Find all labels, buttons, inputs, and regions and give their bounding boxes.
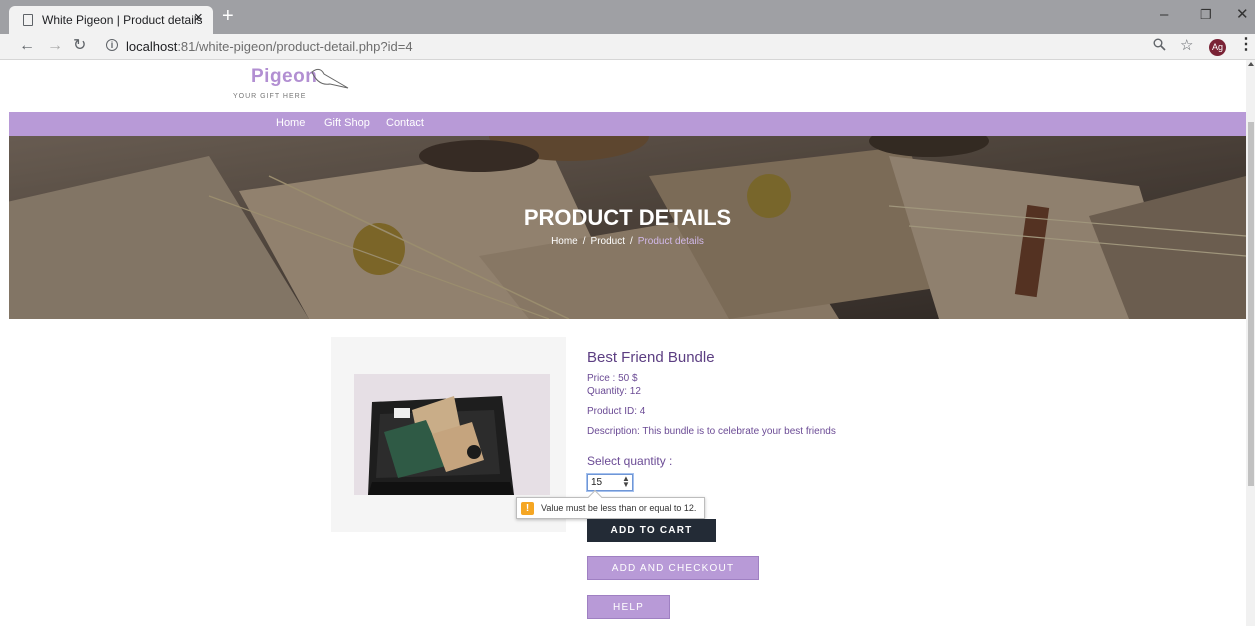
tooltip-arrow xyxy=(587,489,603,505)
warning-icon: ! xyxy=(521,502,534,515)
minimize-icon[interactable]: – xyxy=(1160,7,1168,23)
logo-tagline: YOUR GIFT HERE xyxy=(233,93,307,100)
page-viewport: Pigeon YOUR GIFT HERE Home Gift Shop Con… xyxy=(0,60,1255,626)
browser-tab-bar: White Pigeon | Product details × + – ❐ ✕ xyxy=(0,0,1255,34)
scroll-up-arrow-icon[interactable] xyxy=(1248,62,1254,66)
product-id: Product ID: 4 xyxy=(587,406,646,417)
breadcrumb: Home / Product / Product details xyxy=(9,236,1246,247)
nav-contact[interactable]: Contact xyxy=(386,117,424,129)
breadcrumb-separator: / xyxy=(582,236,586,247)
tab-title: White Pigeon | Product details xyxy=(42,13,203,27)
quantity-spinner-icon[interactable]: ▲ ▼ xyxy=(622,475,630,489)
url-path: :81/white-pigeon/product-detail.php?id=4 xyxy=(177,39,413,54)
scrollbar-thumb[interactable] xyxy=(1248,122,1254,486)
product-image xyxy=(354,374,550,495)
product-quantity: Quantity: 12 xyxy=(587,386,641,397)
forward-icon[interactable]: → xyxy=(47,38,63,54)
logo-text: Pigeon xyxy=(251,66,318,87)
validation-message: Value must be less than or equal to 12. xyxy=(541,503,697,513)
product-description: Description: This bundle is to celebrate… xyxy=(587,426,836,437)
breadcrumb-product[interactable]: Product xyxy=(591,236,625,247)
select-quantity-label: Select quantity : xyxy=(587,454,673,468)
main-navbar: Home Gift Shop Contact xyxy=(9,112,1246,136)
page-title: PRODUCT DETAILS xyxy=(523,205,732,230)
bookmark-star-icon[interactable]: ☆ xyxy=(1180,38,1193,54)
add-and-checkout-button[interactable]: ADD AND CHECKOUT xyxy=(587,556,759,580)
page-icon xyxy=(23,14,33,26)
close-window-icon[interactable]: ✕ xyxy=(1236,7,1249,23)
help-button[interactable]: HELP xyxy=(587,595,670,619)
address-bar[interactable]: localhost:81/white-pigeon/product-detail… xyxy=(126,39,413,54)
pigeon-logo-icon xyxy=(311,68,349,89)
breadcrumb-home[interactable]: Home xyxy=(551,236,578,247)
add-to-cart-button[interactable]: ADD TO CART xyxy=(587,519,716,542)
breadcrumb-separator: / xyxy=(630,236,633,247)
restore-icon[interactable]: ❐ xyxy=(1200,7,1212,23)
back-icon[interactable]: ← xyxy=(19,38,35,54)
profile-avatar[interactable]: Ag xyxy=(1209,39,1226,56)
browser-tab[interactable]: White Pigeon | Product details × xyxy=(9,6,213,34)
product-name: Best Friend Bundle xyxy=(587,349,715,366)
browser-toolbar: ← → ↻ i localhost:81/white-pigeon/produc… xyxy=(0,34,1255,60)
site-info-icon[interactable]: i xyxy=(106,39,118,51)
breadcrumb-current: Product details xyxy=(637,236,704,247)
tab-close-icon[interactable]: × xyxy=(194,9,203,26)
hero-banner: PRODUCT DETAILS Home / Product / Product det… xyxy=(9,136,1246,319)
nav-home[interactable]: Home xyxy=(276,117,305,129)
product-price: Price : 50 $ xyxy=(587,373,638,384)
validation-tooltip: ! Value must be less than or equal to 12… xyxy=(516,489,705,519)
new-tab-icon[interactable]: + xyxy=(222,6,234,26)
reload-icon[interactable]: ↻ xyxy=(73,38,86,54)
zoom-icon[interactable] xyxy=(1153,38,1166,55)
browser-menu-icon[interactable]: ⋮ xyxy=(1238,37,1254,53)
url-host: localhost xyxy=(126,39,178,54)
nav-gift-shop[interactable]: Gift Shop xyxy=(324,117,370,129)
